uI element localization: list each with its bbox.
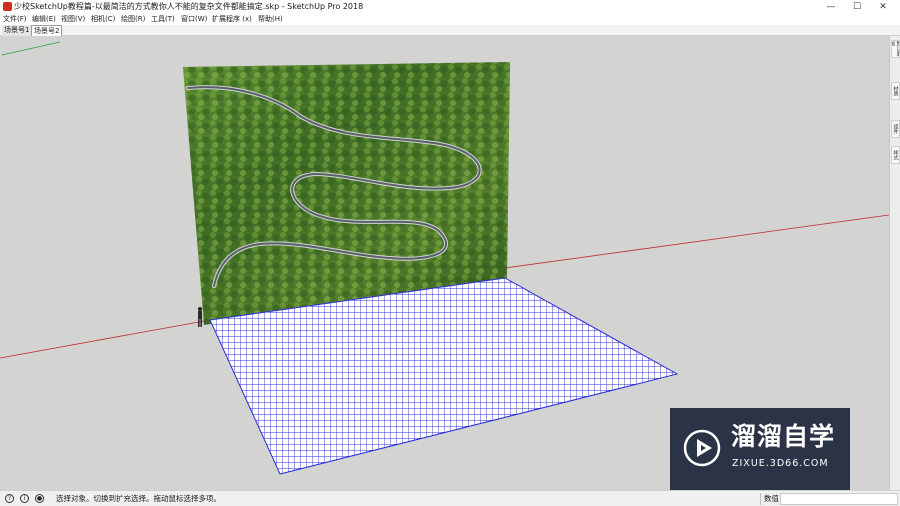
measurements-input[interactable] [780,493,898,505]
measurements-label: 数值 [760,493,779,505]
watermark-subtitle: ZIXUE.3D66.COM [732,458,829,469]
menu-file[interactable]: 文件(F) [3,14,27,25]
menu-help[interactable]: 帮助(H) [258,14,283,25]
menu-bar: 文件(F) 编辑(E) 视图(V) 相机(C) 绘图(R) 工具(T) 窗口(W… [0,14,900,25]
default-tray: 默认面板 材质 组件 样式 [889,36,900,490]
play-logo-icon [683,429,721,467]
tray-tab-components[interactable]: 组件 [891,120,900,138]
watermark-title: 溜溜自学 [731,422,836,451]
tab-scene-1[interactable]: 场景号1 [2,25,33,36]
user-account-icon[interactable]: ● [35,494,44,503]
status-bar: ? i ● 选择对象。切换到扩充选择。拖动鼠标选择多项。 数值 [0,490,900,506]
sketchup-app-icon [3,2,12,11]
red-axis-right [504,214,889,269]
maximize-button[interactable]: ☐ [844,0,870,14]
model-viewport[interactable]: 溜溜自学 ZIXUE.3D66.COM [0,36,889,490]
watermark-badge: 溜溜自学 ZIXUE.3D66.COM [670,408,850,490]
close-button[interactable]: ✕ [870,0,896,14]
menu-camera[interactable]: 相机(C) [91,14,115,25]
title-bar: 少校SketchUp教程篇-以最简洁的方式教你人不能的复杂文件都能搞定.skp … [0,0,900,14]
status-hint: 选择对象。切换到扩充选择。拖动鼠标选择多项。 [56,494,221,503]
tray-tab-default[interactable]: 默认面板 [891,40,900,58]
geo-location-icon[interactable]: ? [5,494,14,503]
menu-tools[interactable]: 工具(T) [151,14,175,25]
tray-tab-styles[interactable]: 样式 [891,146,900,164]
tray-tab-materials[interactable]: 材质 [891,82,900,100]
minimize-button[interactable]: — [818,0,844,14]
sketchup-window: 少校SketchUp教程篇-以最简洁的方式教你人不能的复杂文件都能搞定.skp … [0,0,900,506]
green-axis [1,41,61,56]
red-axis-left [0,319,211,359]
credits-icon[interactable]: i [20,494,29,503]
menu-edit[interactable]: 编辑(E) [32,14,56,25]
menu-window[interactable]: 窗口(W) [181,14,207,25]
tab-scene-2[interactable]: 场景号2 [31,25,63,36]
window-title: 少校SketchUp教程篇-以最简洁的方式教你人不能的复杂文件都能搞定.skp … [14,2,364,11]
menu-view[interactable]: 视图(V) [61,14,85,25]
menu-extensions[interactable]: 扩展程序 (x) [212,14,252,25]
menu-draw[interactable]: 绘图(R) [121,14,145,25]
scale-figure[interactable] [198,307,202,327]
scene-tab-bar: 场景号1 场景号2 [0,25,900,36]
